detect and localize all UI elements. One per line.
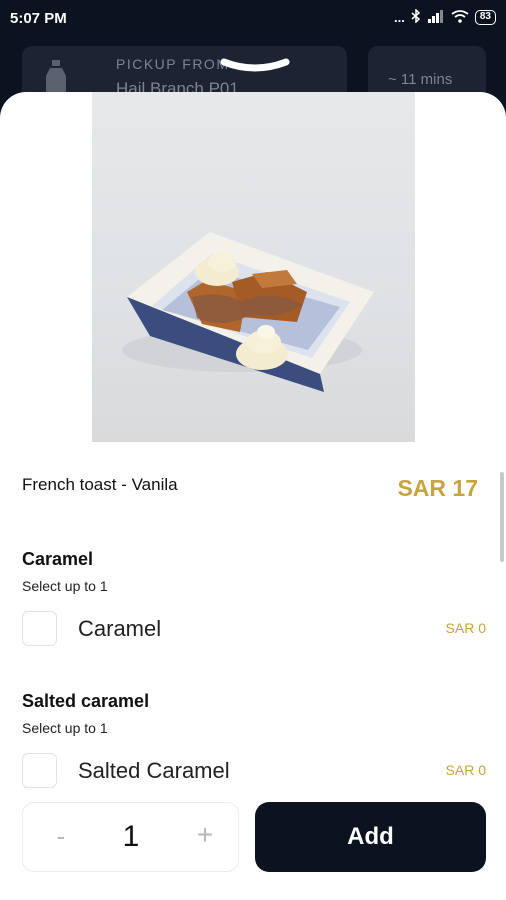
add-button[interactable]: Add xyxy=(255,802,486,872)
option-price: SAR 0 xyxy=(445,620,486,636)
option-group-subtitle: Select up to 1 xyxy=(22,720,108,736)
increase-quantity-button[interactable]: + xyxy=(193,819,217,851)
status-bar: 5:07 PM ... 83 xyxy=(0,0,506,36)
option-price: SAR 0 xyxy=(445,762,486,778)
status-icons: ... 83 xyxy=(394,8,496,26)
item-price: SAR 17 xyxy=(397,475,478,501)
option-label: Salted Caramel xyxy=(78,758,230,783)
drag-handle-chevron-icon[interactable] xyxy=(220,56,290,76)
cell-signal-icon xyxy=(427,9,445,26)
pickup-label: PICKUP FROM xyxy=(116,56,230,72)
item-name: French toast - Vanila xyxy=(22,475,178,494)
eta-text: ~ 11 mins xyxy=(388,71,453,88)
quantity-stepper: - 1 + xyxy=(22,802,239,872)
item-photo xyxy=(92,92,415,442)
checkbox[interactable] xyxy=(22,753,57,788)
option-row-caramel[interactable]: Caramel SAR 0 xyxy=(22,611,486,647)
option-group-title: Salted caramel xyxy=(22,691,150,711)
item-bottom-sheet: French toast - Vanila SAR 17 Caramel Sel… xyxy=(0,92,506,900)
status-time: 5:07 PM xyxy=(10,10,67,27)
decrease-quantity-button[interactable]: - xyxy=(49,821,73,852)
wifi-icon xyxy=(451,9,469,26)
more-dots-icon: ... xyxy=(394,10,405,25)
battery-icon: 83 xyxy=(474,10,496,25)
option-group-title: Caramel xyxy=(22,549,94,569)
checkbox[interactable] xyxy=(22,611,57,646)
option-label: Caramel xyxy=(78,616,162,641)
quantity-value: 1 xyxy=(122,820,140,853)
option-group-subtitle: Select up to 1 xyxy=(22,578,108,594)
option-row-salted-caramel[interactable]: Salted Caramel SAR 0 xyxy=(22,753,486,789)
screen: 5:07 PM ... 83 PICKUP FROM Hail Branch P… xyxy=(0,0,506,900)
bluetooth-icon xyxy=(411,8,421,26)
scrollbar[interactable] xyxy=(500,472,504,562)
